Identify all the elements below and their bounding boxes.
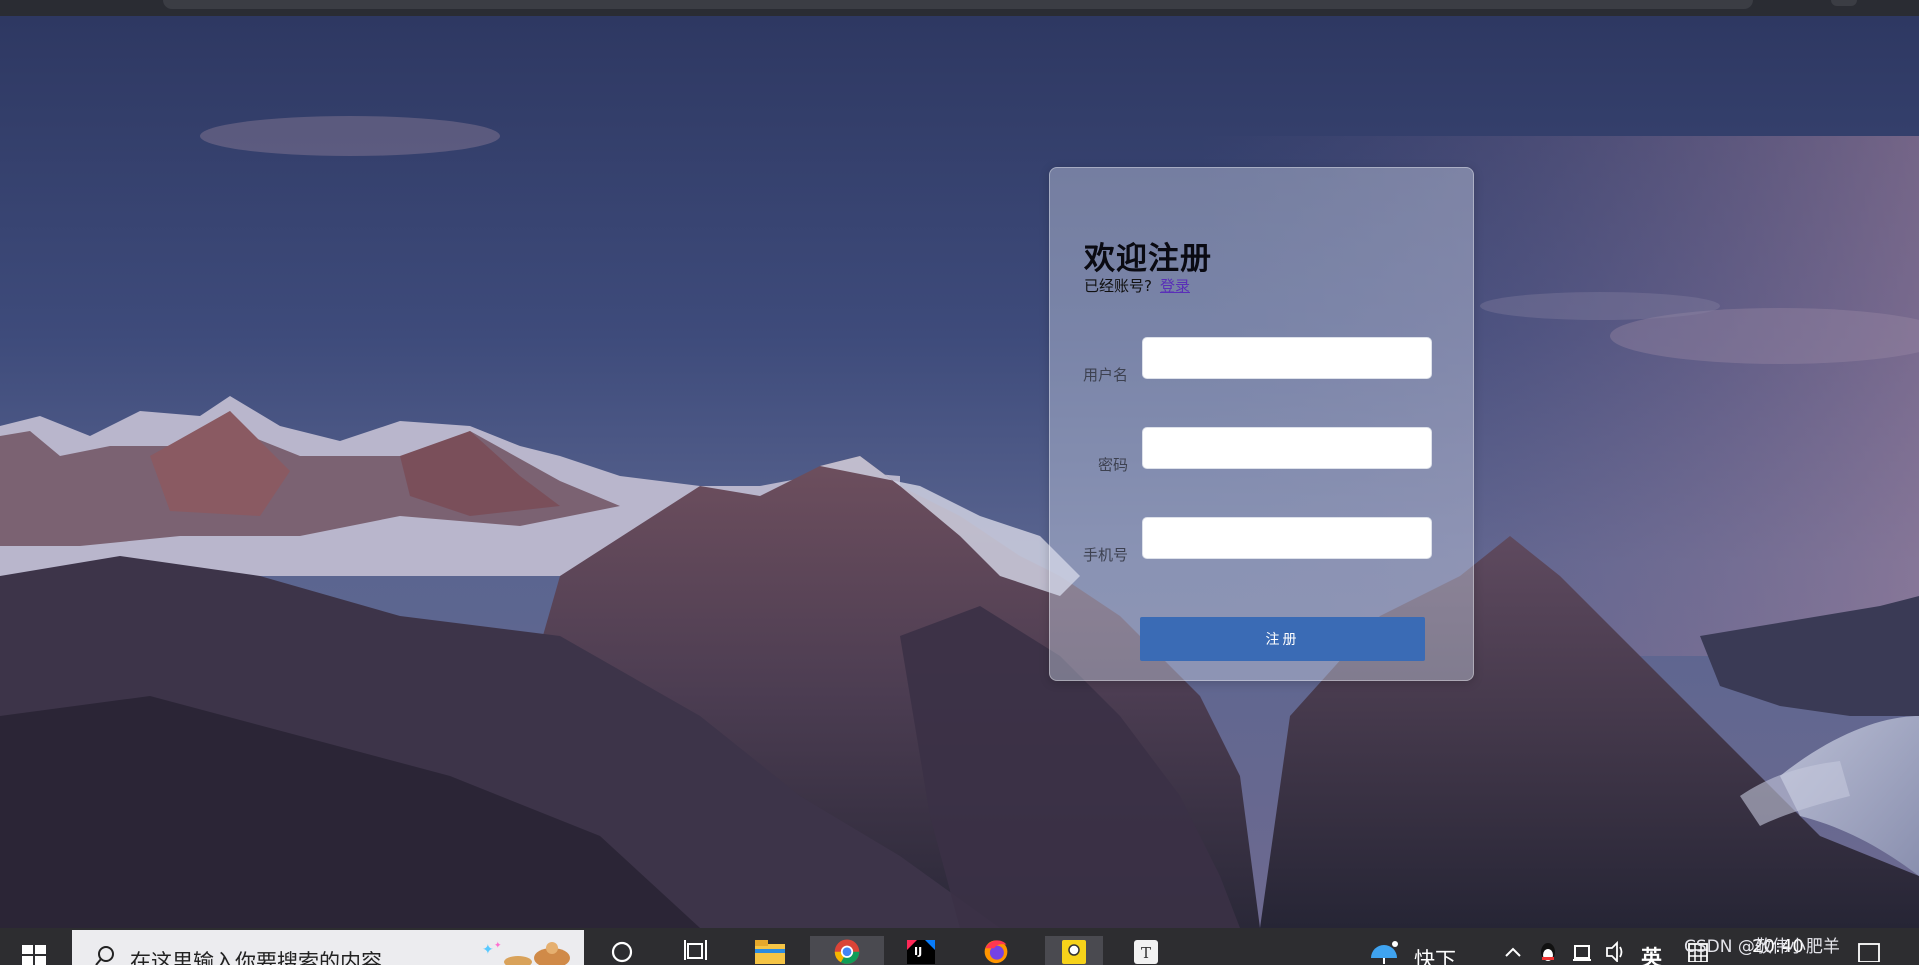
phone-input[interactable] (1142, 517, 1432, 559)
weather-text[interactable]: 快下 (1414, 944, 1456, 965)
intellij-idea-icon[interactable]: IJ (903, 936, 939, 965)
taskbar-search-box[interactable]: 在这里输入你要搜索的内容 ✦ ✦ (72, 930, 584, 965)
mountain-landscape-background (0, 16, 1919, 928)
search-placeholder: 在这里输入你要搜索的内容 (130, 950, 382, 965)
svg-text:T: T (1141, 944, 1151, 962)
register-button[interactable]: 注册 (1140, 617, 1425, 661)
browser-address-bar[interactable] (163, 0, 1753, 9)
search-highlight-icon: ✦ ✦ (482, 941, 570, 965)
login-prompt: 已经账号? 登录 (1084, 275, 1190, 296)
file-explorer-icon[interactable] (752, 936, 788, 965)
notification-icon[interactable] (1851, 936, 1887, 965)
qq-icon[interactable] (1530, 936, 1566, 965)
username-label: 用户名 (1082, 366, 1128, 384)
desktop-screen: 欢迎注册 已经账号? 登录 用户名 密码 手机号 注册 在这里输入你要搜索的内容 … (0, 0, 1919, 965)
tray-chevron-icon[interactable] (1495, 936, 1531, 965)
register-card: 欢迎注册 已经账号? 登录 用户名 密码 手机号 注册 (1049, 167, 1474, 681)
firefox-icon[interactable] (978, 936, 1014, 965)
task-view-icon[interactable] (678, 936, 714, 965)
svg-text:✦: ✦ (494, 941, 502, 951)
svg-text:IJ: IJ (914, 945, 922, 958)
phone-label: 手机号 (1082, 546, 1128, 564)
sticky-notes-icon[interactable] (1045, 936, 1103, 965)
typora-icon[interactable]: T (1128, 936, 1164, 965)
chrome-icon[interactable] (810, 936, 884, 965)
svg-text:✦: ✦ (482, 942, 494, 958)
password-label: 密码 (1097, 456, 1128, 474)
register-title: 欢迎注册 (1084, 241, 1212, 277)
csdn-watermark: CSDN @敬伟小肥羊 (1684, 937, 1840, 957)
cortana-icon[interactable] (604, 936, 640, 965)
browser-top-bar (0, 0, 1919, 16)
password-input[interactable] (1142, 427, 1432, 469)
ime-indicator[interactable]: 英 (1641, 942, 1662, 965)
login-link[interactable]: 登录 (1160, 277, 1190, 295)
search-icon (95, 946, 114, 965)
login-prompt-text: 已经账号? (1084, 277, 1152, 295)
windows-start-icon[interactable] (18, 942, 50, 965)
weather-icon[interactable] (1367, 936, 1403, 965)
network-icon[interactable] (1564, 936, 1600, 965)
username-input[interactable] (1142, 337, 1432, 379)
volume-icon[interactable] (1598, 936, 1634, 965)
browser-profile-button[interactable] (1831, 0, 1857, 6)
windows-taskbar: 在这里输入你要搜索的内容 ✦ ✦ IJ T 快下 英 20:40 (0, 928, 1919, 965)
